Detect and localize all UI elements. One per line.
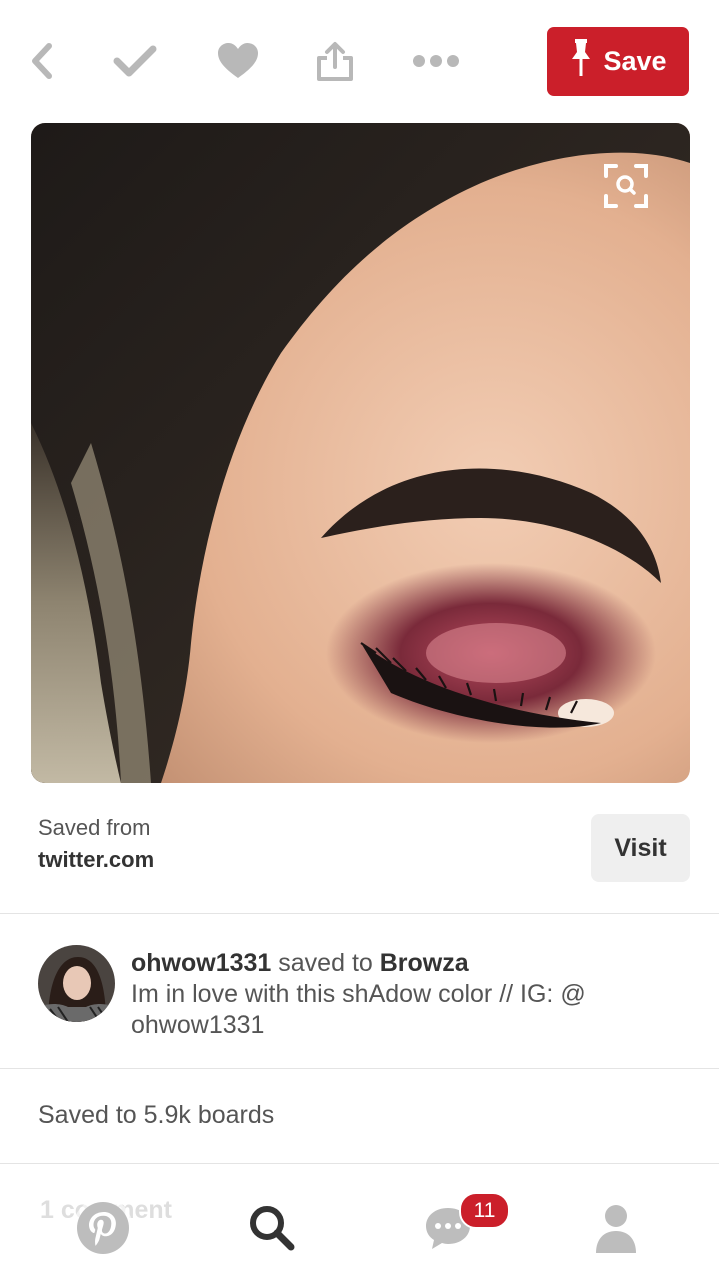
more-icon[interactable] — [411, 36, 461, 86]
pin-description-block: ohwow1331 saved to Browza Im in love wit… — [131, 948, 691, 1041]
heart-icon[interactable] — [213, 36, 263, 86]
bottom-nav — [0, 1178, 719, 1280]
board-name[interactable]: Browza — [380, 949, 469, 977]
pushpin-icon — [569, 38, 593, 85]
divider — [0, 913, 719, 914]
top-toolbar: Save — [0, 0, 719, 120]
back-icon[interactable] — [17, 36, 67, 86]
visit-button[interactable]: Visit — [591, 814, 690, 882]
source-domain[interactable]: twitter.com — [38, 847, 154, 873]
check-icon[interactable] — [110, 36, 160, 86]
save-button[interactable]: Save — [547, 27, 689, 96]
pin-source: Saved from twitter.com — [38, 815, 154, 873]
saved-count[interactable]: Saved to 5.9k boards — [38, 1101, 274, 1130]
divider — [0, 1068, 719, 1069]
search-icon[interactable] — [242, 1198, 302, 1258]
pinner-username[interactable]: ohwow1331 — [131, 949, 271, 977]
visual-search-icon[interactable] — [603, 163, 649, 209]
pinterest-home-icon[interactable] — [73, 1198, 133, 1258]
avatar[interactable] — [38, 945, 115, 1022]
pin-image[interactable] — [31, 123, 690, 783]
source-label: Saved from — [38, 815, 151, 840]
pin-description: Im in love with this shAdow color // IG:… — [131, 980, 586, 1039]
share-icon[interactable] — [310, 36, 360, 86]
profile-icon[interactable] — [586, 1198, 646, 1258]
notifications-badge: 11 — [459, 1192, 510, 1229]
save-button-label: Save — [603, 46, 667, 76]
divider — [0, 1163, 719, 1164]
saved-to-text: saved to — [278, 949, 373, 977]
